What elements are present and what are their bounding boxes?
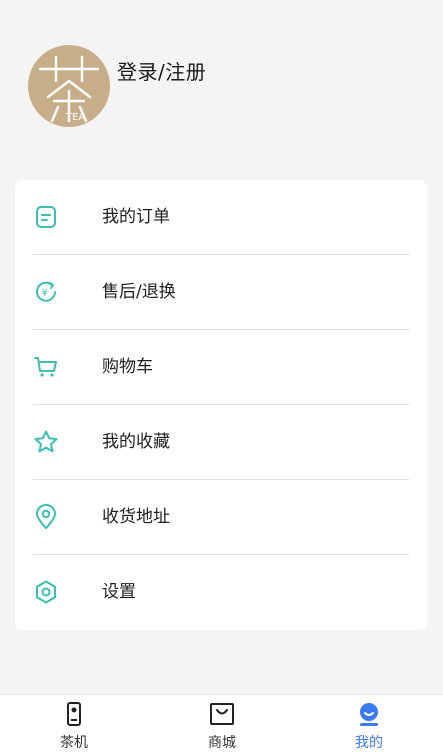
profile-icon: [356, 701, 382, 727]
menu-item-after-sales[interactable]: ¥ 售后/退换: [15, 255, 427, 330]
menu-item-label: 我的收藏: [102, 432, 170, 452]
profile-header: TEA 登录/注册: [0, 0, 443, 160]
tea-logo-icon: TEA: [38, 55, 100, 123]
menu-item-label: 设置: [102, 582, 136, 602]
avatar-text: TEA: [65, 112, 85, 123]
tab-label: 茶机: [60, 735, 88, 751]
menu-list: 我的订单 ¥ 售后/退换 购物车 我的收藏 收货地址 设置: [15, 180, 427, 630]
bottom-tab-bar: 茶机 商城 我的: [0, 694, 443, 752]
tea-machine-icon: [61, 701, 87, 727]
menu-item-favorites[interactable]: 我的收藏: [15, 405, 427, 480]
tab-label: 商城: [208, 735, 236, 751]
refund-icon: ¥: [33, 279, 59, 305]
tab-label: 我的: [355, 735, 383, 751]
svg-text:¥: ¥: [42, 288, 48, 299]
star-icon: [33, 429, 59, 455]
menu-item-orders[interactable]: 我的订单: [15, 180, 427, 255]
login-register-link[interactable]: 登录/注册: [117, 56, 206, 85]
avatar[interactable]: TEA: [28, 45, 110, 127]
cart-icon: [33, 354, 59, 380]
menu-item-settings[interactable]: 设置: [15, 555, 427, 630]
shopping-bag-icon: [209, 701, 235, 727]
menu-item-address[interactable]: 收货地址: [15, 480, 427, 555]
menu-item-label: 收货地址: [102, 507, 170, 527]
tab-profile[interactable]: 我的: [295, 695, 443, 752]
order-icon: [33, 204, 59, 230]
menu-item-label: 我的订单: [102, 207, 170, 227]
menu-item-label: 售后/退换: [102, 282, 176, 302]
settings-icon: [33, 579, 59, 605]
menu-item-label: 购物车: [102, 357, 153, 377]
tab-mall[interactable]: 商城: [148, 695, 296, 752]
tab-tea-machine[interactable]: 茶机: [0, 695, 148, 752]
menu-item-cart[interactable]: 购物车: [15, 330, 427, 405]
location-icon: [33, 504, 59, 530]
